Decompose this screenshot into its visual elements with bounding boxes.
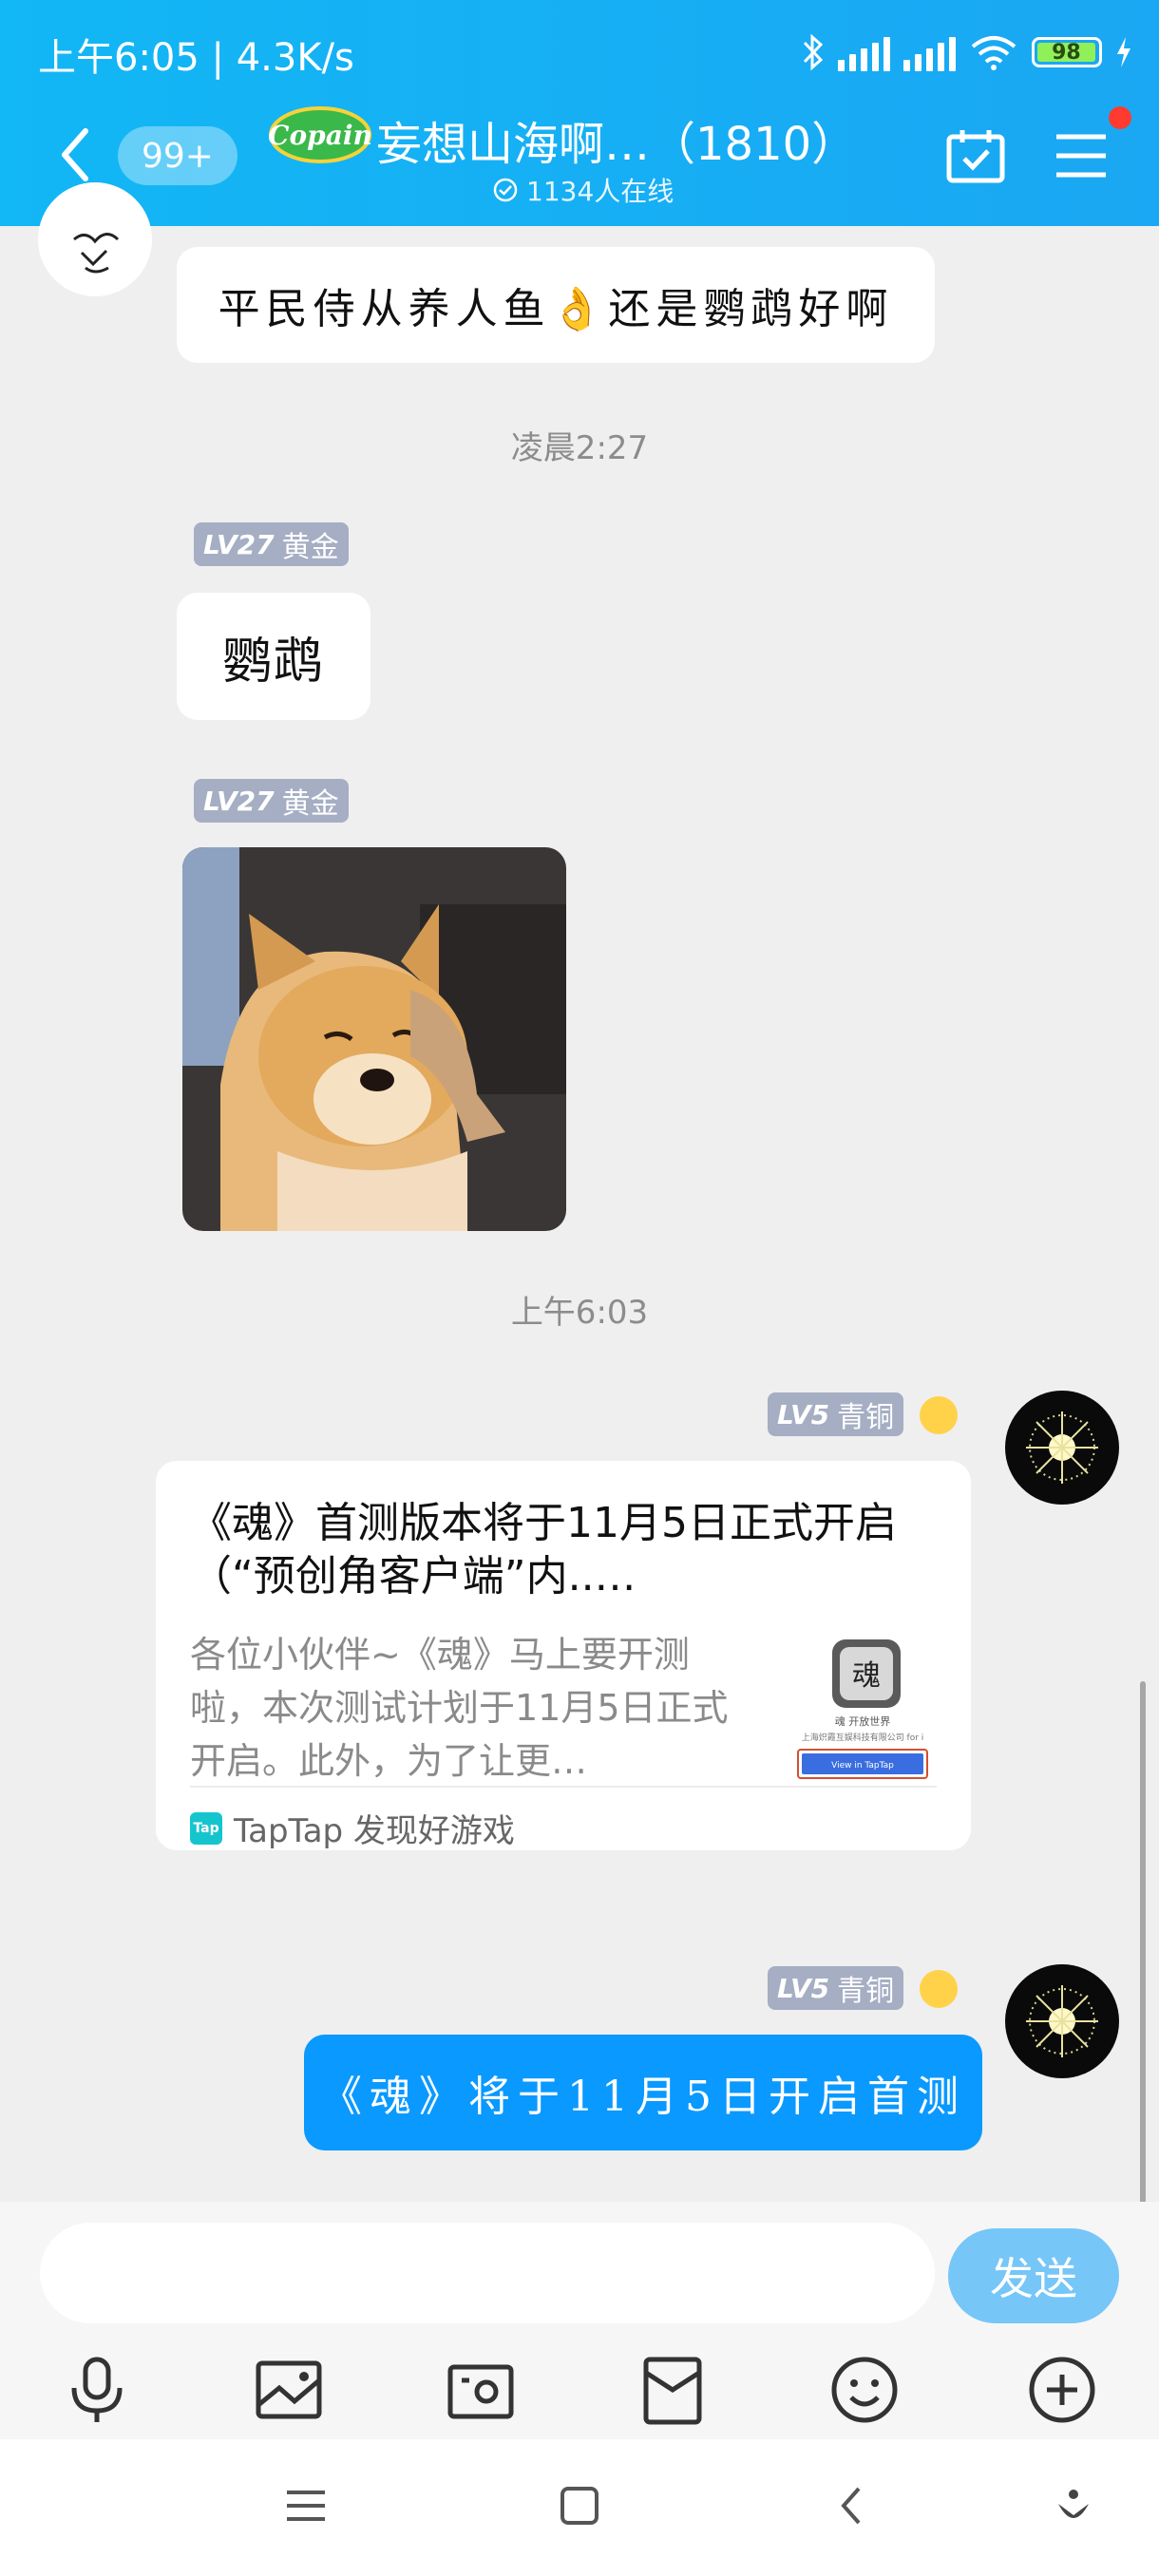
check-circle-icon bbox=[493, 178, 518, 202]
level-label: LV27 bbox=[203, 528, 275, 560]
online-count-label: 1134人在线 bbox=[526, 176, 674, 207]
rank-label: 青铜 bbox=[837, 1401, 895, 1434]
plus-icon[interactable] bbox=[1024, 2352, 1100, 2428]
message-text: 平民侍从养人鱼👌还是鹦鹉好啊 bbox=[218, 285, 894, 333]
timestamp: 凌晨2:27 bbox=[510, 429, 649, 467]
home-icon[interactable] bbox=[551, 2477, 608, 2534]
level-badge: LV5 青铜 bbox=[768, 1966, 904, 2010]
rank-label: 青铜 bbox=[837, 1975, 895, 2008]
scrollbar[interactable] bbox=[1140, 1681, 1146, 2204]
chat-header: 上午6:05 | 4.3K/s 98 99+ Copain 妄想山海啊…（181… bbox=[0, 0, 1159, 226]
svg-text:Copain: Copain bbox=[268, 120, 372, 151]
sun-burst-icon bbox=[1007, 1392, 1117, 1503]
emoji-icon[interactable] bbox=[826, 2352, 902, 2428]
avatar[interactable] bbox=[38, 182, 152, 296]
level-badge: LV27 黄金 bbox=[194, 522, 349, 566]
online-count: 1134人在线 bbox=[492, 171, 674, 209]
unread-badge[interactable]: 99+ bbox=[118, 126, 238, 185]
card-source-label: TapTap 发现好游戏 bbox=[234, 1812, 515, 1850]
send-button[interactable]: 发送 bbox=[948, 2228, 1119, 2323]
card-thumbnail: 魂 魂 开放世界 上海炽霞互娱科技有限公司 for i View in TapT… bbox=[785, 1638, 940, 1793]
assistant-icon[interactable] bbox=[1045, 2477, 1102, 2534]
rank-label: 黄金 bbox=[281, 531, 339, 564]
group-title: 妄想山海啊…（1810） bbox=[376, 118, 858, 171]
rank-label: 黄金 bbox=[281, 787, 339, 821]
self-avatar[interactable] bbox=[1005, 1964, 1119, 2078]
message-text: 鹦鹉 bbox=[221, 633, 325, 691]
svg-text:魂: 魂 bbox=[852, 1659, 881, 1693]
svg-text:View in TapTap: View in TapTap bbox=[831, 1761, 894, 1771]
image-icon[interactable] bbox=[251, 2352, 327, 2428]
rolling-eyes-emoji-icon bbox=[920, 1396, 958, 1434]
level-badge: LV27 黄金 bbox=[194, 779, 349, 823]
battery-level: 98 bbox=[1037, 41, 1095, 65]
group-title-area[interactable]: Copain 妄想山海啊…（1810） 1134人在线 bbox=[264, 103, 857, 217]
calendar-check-icon[interactable] bbox=[945, 127, 1006, 184]
level-label: LV5 bbox=[777, 1398, 830, 1430]
avatar-doodle-icon bbox=[73, 233, 120, 274]
notification-dot bbox=[1109, 106, 1131, 129]
bluetooth-icon bbox=[803, 33, 824, 71]
message-text: 《魂》将于11月5日开启首测 bbox=[320, 2073, 966, 2121]
message-bubble[interactable]: 平民侍从养人鱼👌还是鹦鹉好啊 bbox=[177, 247, 935, 363]
camera-icon[interactable] bbox=[443, 2352, 519, 2428]
rolling-eyes-emoji-icon bbox=[920, 1970, 958, 2008]
message-input[interactable] bbox=[40, 2223, 935, 2323]
shiba-dog-image bbox=[182, 847, 566, 1231]
menu-icon[interactable] bbox=[1051, 127, 1112, 184]
message-list[interactable]: 平民侍从养人鱼👌还是鹦鹉好啊 凌晨2:27 LV27 黄金 鹦鹉 LV27 黄金 上… bbox=[0, 182, 1159, 2202]
shared-link-card[interactable]: 《魂》首测版本将于11月5日正式开启（“预创角客户端”内..… 各位小伙伴~《魂… bbox=[156, 1461, 971, 1850]
signal-icon-2 bbox=[903, 33, 956, 71]
card-title: 《魂》首测版本将于11月5日正式开启（“预创角客户端”内..… bbox=[190, 1499, 897, 1601]
level-badge: LV5 青铜 bbox=[768, 1392, 904, 1436]
battery-icon: 98 bbox=[1032, 37, 1102, 67]
back-icon[interactable] bbox=[57, 123, 95, 186]
signal-icon bbox=[838, 33, 890, 71]
level-label: LV5 bbox=[777, 1972, 830, 2004]
card-divider bbox=[190, 1786, 937, 1788]
system-nav-bar bbox=[0, 2439, 1159, 2576]
status-time: 上午6:05 | 4.3K/s bbox=[38, 36, 354, 80]
sun-burst-icon bbox=[1007, 1966, 1117, 2076]
taptap-icon: Tap bbox=[190, 1811, 222, 1845]
message-bubble[interactable]: 鹦鹉 bbox=[177, 593, 370, 720]
status-icons: 98 bbox=[802, 27, 1132, 78]
brand-logo: Copain bbox=[268, 106, 372, 163]
status-bar: 上午6:05 | 4.3K/s 98 bbox=[0, 0, 1159, 104]
input-bar: 发送 bbox=[0, 2202, 1159, 2439]
self-avatar[interactable] bbox=[1005, 1391, 1119, 1505]
card-source: Tap TapTap 发现好游戏 bbox=[190, 1805, 515, 1851]
recent-apps-icon[interactable] bbox=[277, 2477, 334, 2534]
svg-text:魂 开放世界: 魂 开放世界 bbox=[835, 1714, 891, 1728]
timestamp: 上午6:03 bbox=[510, 1294, 649, 1332]
charging-icon bbox=[1117, 37, 1130, 67]
back-nav-icon[interactable] bbox=[825, 2477, 882, 2534]
level-label: LV27 bbox=[203, 785, 275, 817]
microphone-icon[interactable] bbox=[59, 2352, 135, 2428]
wifi-icon bbox=[971, 36, 1016, 70]
self-message-bubble[interactable]: 《魂》将于11月5日开启首测 bbox=[304, 2035, 982, 2150]
game-thumbnail-image: 魂 魂 开放世界 上海炽霞互娱科技有限公司 for i View in TapT… bbox=[785, 1638, 940, 1793]
svg-text:上海炽霞互娱科技有限公司 for i: 上海炽霞互娱科技有限公司 for i bbox=[802, 1732, 924, 1743]
card-description: 各位小伙伴~《魂》马上要开测啦，本次测试计划于11月5日正式开启。此外，为了让更… bbox=[190, 1634, 729, 1782]
red-packet-icon[interactable] bbox=[635, 2352, 711, 2428]
shiba-sticker-image[interactable] bbox=[182, 847, 566, 1231]
